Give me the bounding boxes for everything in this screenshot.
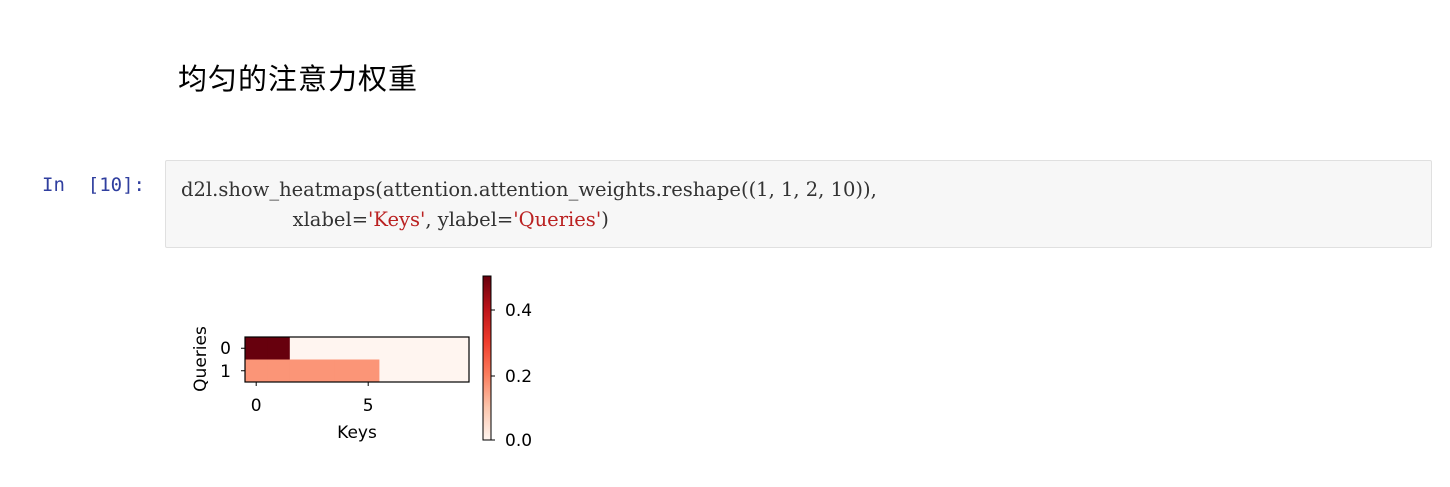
code-token-queries-string: 'Queries' xyxy=(513,208,602,231)
heatmap-cell-1-3 xyxy=(312,359,336,383)
ytick-label-1: 1 xyxy=(220,362,231,382)
heatmap-cell-1-9 xyxy=(446,359,470,383)
colorbar-label-0: 0.0 xyxy=(505,431,532,451)
code-token-xlabel-kw: xlabel= xyxy=(292,208,369,231)
heatmap-cell-0-7 xyxy=(401,337,425,360)
heatmap-cell-0-0 xyxy=(245,337,268,360)
y-axis-label: Queries xyxy=(191,326,211,392)
heatmap-cell-1-0 xyxy=(245,359,268,383)
heatmap-cells xyxy=(245,337,470,383)
colorbar-label-1: 0.2 xyxy=(505,367,532,387)
xtick-label-0: 0 xyxy=(251,396,262,416)
heatmap-cell-0-3 xyxy=(312,337,336,360)
heatmap-cell-0-4 xyxy=(334,337,358,360)
heatmap-cell-0-8 xyxy=(424,337,448,360)
heatmap-cell-1-4 xyxy=(334,359,358,383)
colorbar xyxy=(482,275,492,441)
heatmap-cell-0-9 xyxy=(446,337,470,360)
heatmap-cell-0-6 xyxy=(379,337,403,360)
heatmap-cell-0-5 xyxy=(357,337,380,360)
heatmap-cell-1-1 xyxy=(267,359,291,383)
code-token-keys-string: 'Keys' xyxy=(368,208,426,231)
input-prompt: In [10]: xyxy=(42,174,145,196)
heatmap-cell-1-7 xyxy=(401,359,425,383)
code-editor[interactable]: d2l.show_heatmaps(attention.attention_we… xyxy=(181,175,877,235)
heatmap-cell-1-5 xyxy=(357,359,380,383)
code-cell-input[interactable]: d2l.show_heatmaps(attention.attention_we… xyxy=(165,160,1432,248)
markdown-heading: 均匀的注意力权重 xyxy=(178,62,419,96)
colorbar-label-2: 0.4 xyxy=(505,301,532,321)
xtick-label-5: 5 xyxy=(363,396,374,416)
heatmap-figure: 0 1 Queries 0 5 Keys 0.0 0.2 0.4 xyxy=(191,275,532,451)
code-token-ylabel-kw: , ylabel= xyxy=(425,208,514,231)
code-line-1: d2l.show_heatmaps(attention.attention_we… xyxy=(181,178,877,201)
ytick-label-0: 0 xyxy=(220,339,231,359)
code-line-2-indent xyxy=(181,208,293,231)
heatmap-cell-1-6 xyxy=(379,359,403,383)
heatmap-cell-0-1 xyxy=(267,337,291,360)
heatmap-cell-1-8 xyxy=(424,359,448,383)
code-token-close-paren: ) xyxy=(601,208,609,231)
heatmap-cell-0-2 xyxy=(289,337,313,360)
x-axis-label: Keys xyxy=(337,423,377,443)
heatmap-cell-1-2 xyxy=(289,359,313,383)
